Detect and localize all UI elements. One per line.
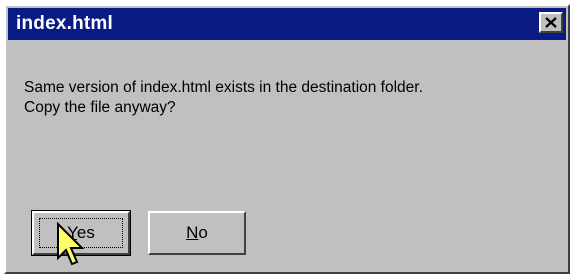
- dialog-title: index.html: [16, 13, 114, 34]
- message-line-1: Same version of index.html exists in the…: [24, 79, 423, 96]
- message-line-2: Copy the file anyway?: [24, 99, 176, 116]
- close-button[interactable]: [539, 12, 563, 33]
- confirm-dialog: index.html Same version of index.html ex…: [4, 4, 570, 274]
- title-bar[interactable]: index.html: [8, 8, 566, 40]
- no-button-label: No: [186, 223, 208, 242]
- close-icon: [545, 17, 557, 28]
- no-button[interactable]: No: [148, 211, 246, 255]
- dialog-message: Same version of index.html exists in the…: [24, 78, 423, 118]
- arrow-pointer-icon: [57, 222, 85, 266]
